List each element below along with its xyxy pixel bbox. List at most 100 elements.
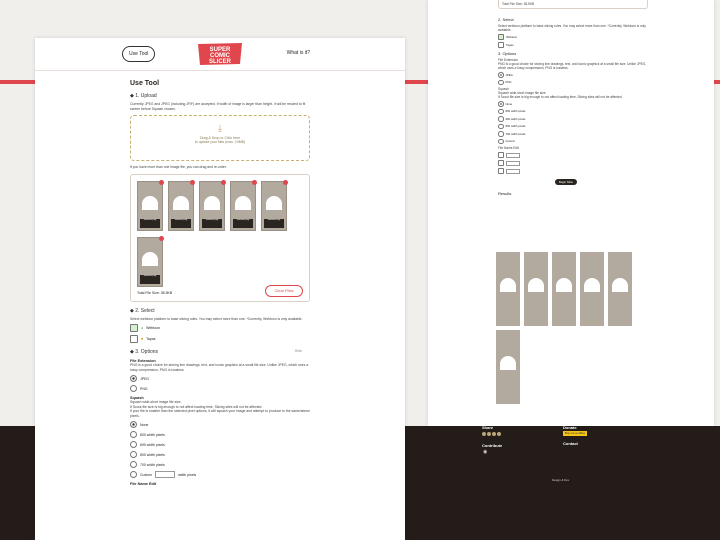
what-is-it-link[interactable]: What is it? <box>287 50 310 56</box>
side-width-option[interactable]: 690 width pixels <box>498 116 648 122</box>
side-name-option[interactable] <box>498 168 648 174</box>
width-option[interactable]: None <box>130 421 310 428</box>
side-width-radio[interactable] <box>498 108 504 114</box>
width-option[interactable]: Custom width pixels <box>130 471 310 478</box>
file-thumbnail[interactable]: webtoon.png <box>168 179 195 231</box>
select-heading: ◆ 2. Select <box>130 307 155 314</box>
file-thumbnail[interactable]: webtoon.png <box>137 179 164 231</box>
side-width-radio[interactable] <box>498 101 504 107</box>
width-radio[interactable] <box>130 451 137 458</box>
use-tool-button[interactable]: Use Tool <box>122 46 156 62</box>
remove-file-icon[interactable] <box>221 179 226 185</box>
side-platform-option[interactable]: Webtoon <box>498 34 648 40</box>
remove-file-icon[interactable] <box>159 179 164 185</box>
side-width-option[interactable]: Custom <box>498 138 648 144</box>
png-radio[interactable] <box>130 385 137 392</box>
side-ext-option[interactable]: PNG <box>498 79 648 85</box>
platform-option[interactable]: ■ Tapas <box>130 335 310 343</box>
width-radio[interactable] <box>130 461 137 468</box>
ext-option[interactable]: PNG <box>130 385 310 392</box>
results-heading: Results <box>498 191 512 196</box>
site-header: Use Tool SUPER COMIC SLICER What is it? <box>35 38 405 71</box>
side-width-radio[interactable] <box>498 138 504 144</box>
remove-file-icon[interactable] <box>190 179 195 185</box>
side-name-checkbox[interactable] <box>498 160 504 166</box>
tapas-checkbox[interactable] <box>130 335 138 343</box>
share-icon <box>492 432 496 436</box>
share-icons[interactable] <box>482 432 502 437</box>
side-width-option[interactable]: 800 width pixels <box>498 123 648 129</box>
webtoon-checkbox[interactable] <box>130 324 138 332</box>
side-ext-option[interactable]: JPEG <box>498 72 648 78</box>
remove-file-icon[interactable] <box>252 179 257 185</box>
side-total-size: Total File Size: 38.5KB <box>502 2 535 6</box>
file-drop-zone[interactable]: ⤓ Drag & Drop or Click here to upload yo… <box>130 115 310 161</box>
file-thumbnail[interactable]: webtoon.png <box>199 179 226 231</box>
uploaded-files-grid: webtoon.png webtoon.png webtoon.png webt… <box>130 173 310 302</box>
result-slice[interactable] <box>608 252 632 326</box>
file-thumbnail[interactable]: webtoon.png <box>230 179 257 231</box>
side-png-radio[interactable] <box>498 79 504 85</box>
jpeg-radio[interactable] <box>130 375 137 382</box>
custom-width-input[interactable] <box>155 471 176 478</box>
tool-content: Use Tool ◆ 1. Upload Currently JPEG and … <box>130 78 310 486</box>
width-radio[interactable] <box>130 431 137 438</box>
side-tapas-checkbox[interactable] <box>498 42 504 48</box>
result-slice[interactable] <box>524 252 548 326</box>
width-radio[interactable] <box>130 471 137 478</box>
begin-slice-button[interactable]: Begin Slice <box>555 179 577 185</box>
remove-file-icon[interactable] <box>283 179 288 185</box>
ext-option[interactable]: JPEG <box>130 375 310 382</box>
side-width-radio[interactable] <box>498 116 504 122</box>
result-slice[interactable] <box>580 252 604 326</box>
result-slice[interactable] <box>552 252 576 326</box>
side-squash-desc: If Scout file size is big enough to not … <box>498 95 623 99</box>
result-slice[interactable] <box>496 330 520 404</box>
file-thumbnail[interactable]: webtoon.png <box>137 235 164 287</box>
side-jpeg-radio[interactable] <box>498 72 504 78</box>
file-thumbnail[interactable]: webtoon.png <box>261 179 288 231</box>
width-option[interactable]: 800 width pixels <box>130 451 310 458</box>
side-files-box: Total File Size: 38.5KB <box>498 0 648 9</box>
options-heading: ◆ 3. Options Hide <box>130 349 302 355</box>
hide-options-toggle[interactable]: Hide <box>295 349 302 353</box>
side-name-option[interactable] <box>498 152 648 158</box>
tapas-icon: ■ <box>141 337 144 341</box>
github-icon[interactable]: ◉ <box>483 449 487 455</box>
side-select-description: Select webtoon platform to base slicing … <box>498 24 646 32</box>
side-name-input[interactable] <box>506 168 520 174</box>
side-width-option[interactable]: None <box>498 101 648 107</box>
width-option[interactable]: 700 width pixels <box>130 461 310 468</box>
width-option[interactable]: 800 width pixels <box>130 431 310 438</box>
side-width-radio[interactable] <box>498 131 504 137</box>
side-width-radio[interactable] <box>498 123 504 129</box>
side-width-option[interactable]: 800 width pixels <box>498 108 648 114</box>
footer-credits: Design & Dev <box>552 478 570 482</box>
buy-coffee-button[interactable]: Buy me a coffee <box>563 431 588 436</box>
side-name-input[interactable] <box>506 160 520 166</box>
side-platform-option[interactable]: Tapas <box>498 42 648 48</box>
file-name: webtoon.png <box>171 218 191 228</box>
result-slice[interactable] <box>496 252 520 326</box>
upload-heading: ◆ 1. Upload <box>130 93 157 99</box>
width-option[interactable]: 690 width pixels <box>130 441 310 448</box>
side-page-panel: Total File Size: 38.5KB 2. Select Select… <box>428 0 714 426</box>
footer-share: Share <box>482 425 494 430</box>
side-webtoon-checkbox[interactable] <box>498 34 504 40</box>
width-radio[interactable] <box>130 421 137 428</box>
side-options-heading: 3. Options <box>498 51 517 56</box>
file-extension-description: PNG is a good choice for storing line dr… <box>130 363 309 372</box>
side-name-checkbox[interactable] <box>498 168 504 174</box>
side-name-input[interactable] <box>506 152 520 158</box>
drop-line-2: to upload your files (max. 10MB) <box>194 140 246 144</box>
side-width-option[interactable]: 700 width pixels <box>498 131 648 137</box>
super-comic-slicer-logo[interactable]: SUPER COMIC SLICER <box>195 42 245 66</box>
width-radio[interactable] <box>130 441 137 448</box>
side-name-checkbox[interactable] <box>498 152 504 158</box>
side-file-name-edit: File Name Edit <box>498 146 519 150</box>
clear-files-button[interactable]: Clear Files <box>265 284 303 297</box>
side-name-option[interactable] <box>498 160 648 166</box>
remove-file-icon[interactable] <box>159 235 164 241</box>
logo-line: SLICER <box>209 59 232 65</box>
platform-option[interactable]: ● Webtoon <box>130 324 310 332</box>
